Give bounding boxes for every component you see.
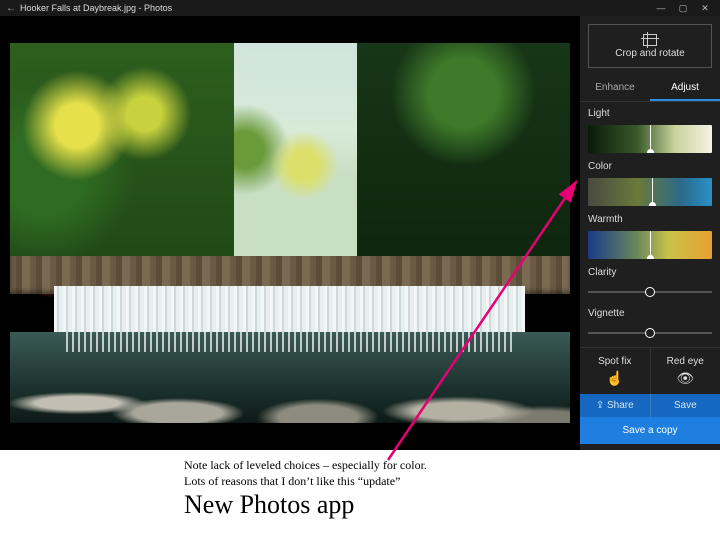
spot-fix-label: Spot fix [598,356,631,367]
red-eye-label: Red eye [667,356,704,367]
vignette-knob[interactable] [645,328,655,338]
red-eye-button[interactable]: Red eye 👁 [650,348,720,394]
warmth-label: Warmth [580,208,720,227]
annotation-line1: Note lack of leveled choices – especiall… [184,458,427,473]
annotation-headline: New Photos app [184,490,354,520]
eye-icon: 👁 [676,370,694,387]
photo-waterfall [10,43,570,423]
save-button[interactable]: Save [650,394,720,417]
share-icon: ⇪ [596,400,604,411]
warmth-slider[interactable] [588,231,712,259]
crop-rotate-label: Crop and rotate [615,48,685,59]
share-label: Share [607,400,634,411]
content-area: Crop and rotate Enhance Adjust Light Col… [0,16,720,450]
title-bar: ← Hooker Falls at Daybreak.jpg - Photos … [0,0,720,16]
crop-icon [643,34,657,46]
edit-tabs: Enhance Adjust [580,76,720,102]
color-slider-handle[interactable] [652,178,653,206]
clarity-label: Clarity [580,261,720,280]
action-row: ⇪ Share Save [580,394,720,417]
photos-app-window: ← Hooker Falls at Daybreak.jpg - Photos … [0,0,720,450]
light-slider-handle[interactable] [650,125,651,153]
back-button[interactable]: ← [4,3,18,14]
color-slider[interactable] [588,178,712,206]
close-button[interactable]: ✕ [694,3,716,14]
clarity-knob[interactable] [645,287,655,297]
edit-panel: Crop and rotate Enhance Adjust Light Col… [579,16,720,450]
tab-enhance[interactable]: Enhance [580,76,650,101]
color-label: Color [580,155,720,174]
hand-tap-icon: ☝ [606,370,623,387]
window-title: Hooker Falls at Daybreak.jpg - Photos [18,3,172,13]
vignette-slider[interactable] [588,327,712,339]
share-button[interactable]: ⇪ Share [580,394,650,417]
clarity-slider[interactable] [588,286,712,298]
fix-row: Spot fix ☝ Red eye 👁 [580,347,720,394]
vignette-label: Vignette [580,302,720,321]
minimize-button[interactable]: — [650,3,672,13]
tab-adjust[interactable]: Adjust [650,76,720,101]
annotation-line2: Lots of reasons that I don’t like this “… [184,474,400,489]
save-copy-button[interactable]: Save a copy [580,417,720,444]
photo-canvas[interactable] [0,16,579,450]
light-label: Light [580,102,720,121]
spot-fix-button[interactable]: Spot fix ☝ [580,348,650,394]
crop-rotate-button[interactable]: Crop and rotate [588,24,712,68]
annotation-layer: Note lack of leveled choices – especiall… [0,450,720,540]
light-slider[interactable] [588,125,712,153]
maximize-button[interactable]: ▢ [672,3,694,14]
warmth-slider-handle[interactable] [650,231,651,259]
